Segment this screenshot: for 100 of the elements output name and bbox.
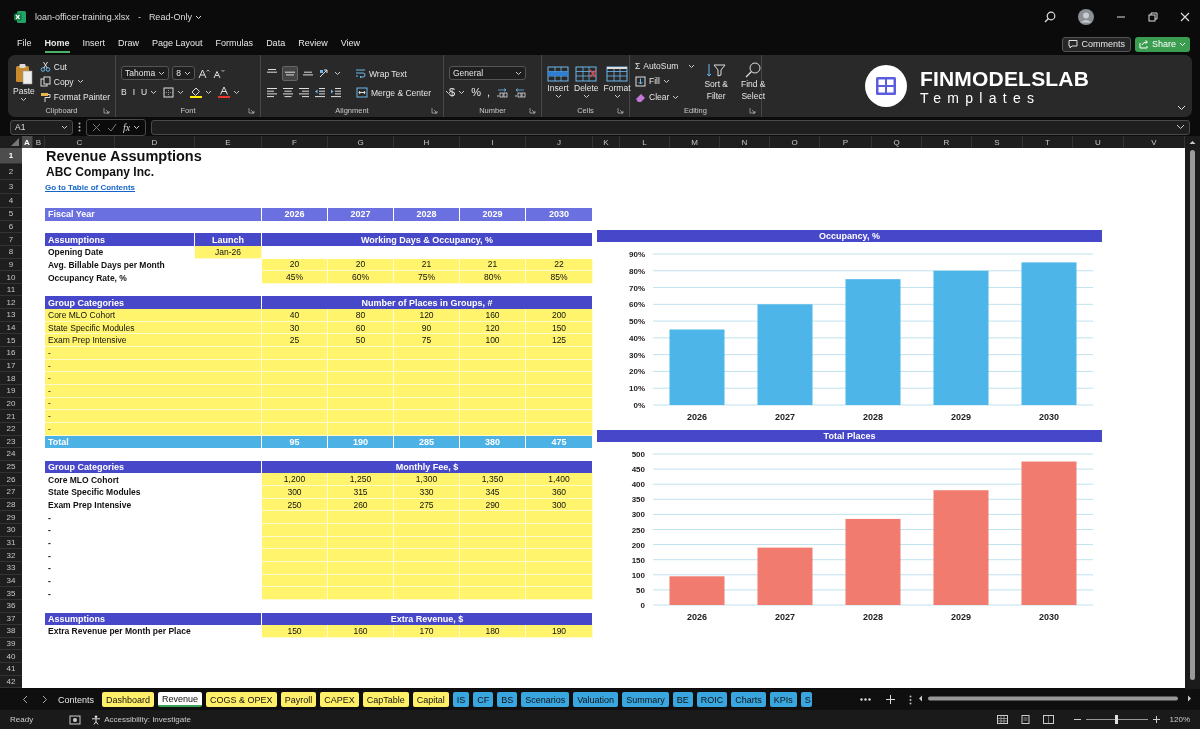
dialog-launcher-icon[interactable]	[431, 107, 438, 114]
row-number[interactable]: 3	[0, 180, 22, 194]
sheet-tab[interactable]: Dashboard	[102, 692, 155, 707]
copy-button[interactable]: Copy	[39, 76, 110, 88]
sheet-tab[interactable]: BE	[672, 692, 693, 707]
restore-icon[interactable]	[1148, 12, 1158, 22]
read-only-dropdown[interactable]: Read-Only	[148, 12, 202, 22]
table-of-contents-link[interactable]: Go to Table of Contents	[45, 182, 136, 192]
menu-tab[interactable]: Formulas	[215, 35, 254, 53]
page-layout-view-icon[interactable]	[1019, 715, 1031, 724]
horizontal-scrollbar[interactable]	[918, 694, 1192, 703]
menu-tab[interactable]: File	[17, 35, 32, 53]
sheet-tab[interactable]: Valuation	[573, 692, 619, 707]
row-number[interactable]: 4	[0, 194, 22, 208]
sheet-tab[interactable]: CapTable	[362, 692, 409, 707]
row-number[interactable]: 13	[0, 309, 22, 322]
menu-tab[interactable]: Data	[266, 35, 286, 53]
row-number[interactable]: 26	[0, 473, 22, 487]
delete-cells-button[interactable]: Delete	[574, 59, 599, 105]
more-sheets-icon[interactable]	[860, 698, 871, 701]
row-number[interactable]: 5	[0, 208, 22, 221]
zoom-slider-thumb[interactable]	[1115, 715, 1119, 724]
comments-button[interactable]: Comments	[1062, 36, 1131, 52]
decrease-font-size-icon[interactable]	[213, 67, 225, 79]
search-icon[interactable]	[1044, 11, 1056, 23]
zoom-out-icon[interactable]	[1073, 716, 1081, 723]
sheet-tab[interactable]: Summary	[622, 692, 669, 707]
accessibility-button[interactable]: Accessibility: Investigate	[91, 714, 191, 725]
wrap-text-button[interactable]: Wrap Text	[355, 68, 407, 79]
zoom-in-icon[interactable]	[1152, 716, 1160, 723]
autosum-button[interactable]: Σ AutoSum	[635, 61, 696, 72]
sheet-tab[interactable]: S	[800, 692, 812, 707]
cancel-icon[interactable]	[92, 122, 101, 132]
percent-button[interactable]: %	[471, 86, 481, 98]
row-number[interactable]: 27	[0, 486, 22, 499]
sheet-tab[interactable]: Charts	[731, 692, 766, 707]
sheet-tab[interactable]: Contents	[54, 692, 99, 707]
enter-icon[interactable]	[107, 122, 117, 132]
font-name-dropdown[interactable]: Tahoma	[121, 66, 170, 80]
sheet-tab[interactable]: Revenue	[158, 692, 203, 707]
more-options-icon[interactable]	[78, 122, 81, 132]
increase-indent-icon[interactable]	[330, 87, 342, 98]
row-number[interactable]: 35	[0, 587, 22, 600]
insert-function-button[interactable]: fx	[123, 121, 141, 133]
row-number[interactable]: 41	[0, 663, 22, 676]
clear-button[interactable]: Clear	[635, 91, 696, 103]
sheet-tab[interactable]: KPIs	[769, 692, 797, 707]
dialog-launcher-icon[interactable]	[617, 107, 624, 114]
row-number[interactable]: 40	[0, 650, 22, 664]
page-break-view-icon[interactable]	[1042, 715, 1054, 724]
row-number[interactable]: 24	[0, 448, 22, 461]
close-icon[interactable]	[1180, 12, 1190, 22]
currency-button[interactable]: $	[449, 86, 466, 98]
sheet-tab[interactable]: CAPEX	[320, 692, 359, 707]
sheet-tab[interactable]: COGS & OPEX	[206, 692, 277, 707]
dialog-launcher-icon[interactable]	[529, 107, 536, 114]
find-select-button[interactable]: Find & Select	[737, 59, 770, 105]
cut-button[interactable]: Cut	[39, 61, 110, 73]
row-number[interactable]: 38	[0, 625, 22, 638]
dialog-launcher-icon[interactable]	[749, 107, 756, 114]
bold-button[interactable]: B	[121, 87, 127, 97]
row-number[interactable]: 29	[0, 511, 22, 524]
sheet-tab[interactable]: Scenarios	[521, 692, 570, 707]
italic-button[interactable]: I	[132, 87, 136, 97]
macro-recording-icon[interactable]	[69, 714, 82, 725]
row-number[interactable]: 16	[0, 347, 22, 360]
increase-font-size-icon[interactable]	[198, 67, 210, 79]
add-sheet-icon[interactable]	[885, 695, 895, 704]
text-orientation-icon[interactable]	[318, 68, 330, 79]
normal-view-icon[interactable]	[996, 715, 1008, 724]
format-cells-button[interactable]: Format	[603, 59, 631, 105]
row-number[interactable]: 10	[0, 271, 22, 284]
align-center-icon[interactable]	[282, 87, 294, 98]
comma-style-button[interactable]: ,	[486, 86, 490, 98]
align-left-icon[interactable]	[266, 87, 278, 98]
sheet-tab[interactable]: CF	[473, 692, 494, 707]
paste-button[interactable]: Paste	[13, 59, 35, 105]
expand-icon[interactable]	[1176, 124, 1185, 130]
row-number[interactable]: 1	[0, 148, 22, 164]
sort-filter-button[interactable]: Sort & Filter	[700, 59, 733, 105]
menu-tab[interactable]: Home	[44, 35, 70, 53]
zoom-level[interactable]: 120%	[1169, 715, 1190, 724]
row-number[interactable]: 7	[0, 233, 22, 246]
sheet-tab[interactable]: Payroll	[280, 692, 317, 707]
menu-tab[interactable]: Draw	[118, 35, 140, 53]
row-number[interactable]: 18	[0, 372, 22, 385]
font-size-dropdown[interactable]: 8	[172, 66, 195, 80]
insert-cells-button[interactable]: Insert	[547, 59, 569, 105]
align-right-icon[interactable]	[298, 87, 310, 98]
format-painter-button[interactable]: Format Painter	[39, 91, 110, 103]
row-number[interactable]: 30	[0, 524, 22, 537]
name-box[interactable]: A1	[10, 119, 73, 135]
previous-sheet-icon[interactable]	[22, 695, 28, 704]
increase-decimal-icon[interactable]	[495, 86, 508, 98]
fill-color-button[interactable]	[190, 86, 213, 98]
underline-button[interactable]: U	[141, 87, 158, 97]
decrease-decimal-icon[interactable]	[513, 86, 526, 98]
menu-tab[interactable]: Insert	[82, 35, 106, 53]
decrease-indent-icon[interactable]	[314, 87, 326, 98]
sheet-tab[interactable]: ROIC	[696, 692, 728, 707]
